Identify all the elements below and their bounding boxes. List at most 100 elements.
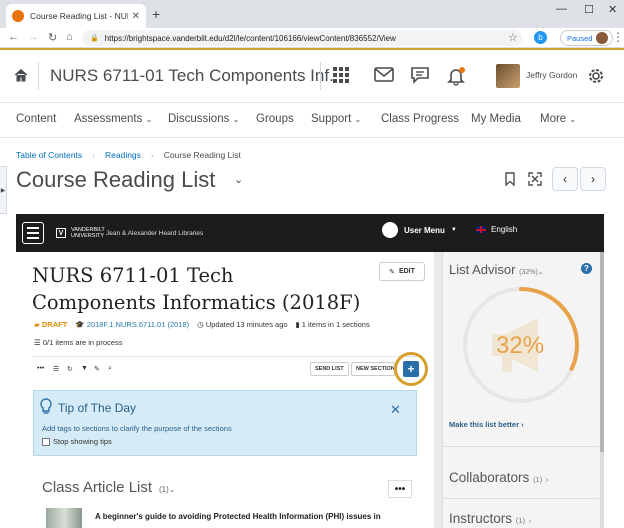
course-title[interactable]: NURS 6711-01 Tech Components Inf... <box>50 66 343 86</box>
chevron-down-icon: ⌄ <box>232 115 240 124</box>
send-list-button[interactable]: SEND LIST <box>310 362 349 376</box>
help-icon[interactable]: ? <box>581 263 592 274</box>
filter-icon[interactable]: ▼ <box>81 365 88 372</box>
previous-topic-button[interactable]: ‹ <box>552 167 578 191</box>
browser-menu-icon[interactable]: ⋮ <box>612 30 624 44</box>
instructors-count: (1) <box>515 516 525 525</box>
pencil-icon: ✎ <box>389 268 395 276</box>
section-title[interactable]: Class Article List <box>42 479 152 496</box>
nav-class-progress[interactable]: Class Progress <box>381 113 459 125</box>
tip-of-the-day-box <box>33 390 417 456</box>
nav-my-media[interactable]: My Media <box>471 113 521 125</box>
nav-more[interactable]: More ⌄ <box>540 113 576 125</box>
hamburger-menu-icon[interactable] <box>22 222 44 244</box>
edit-button[interactable]: ✎ EDIT <box>379 262 425 281</box>
tab-title: Course Reading List - NURS 6711 <box>30 11 128 21</box>
chevron-down-icon: ⌄ <box>145 115 153 124</box>
advisor-title-label: List Advisor <box>449 262 516 277</box>
mail-icon[interactable] <box>374 66 394 84</box>
maximize-icon[interactable]: ☐ <box>584 3 594 16</box>
section-more-button[interactable]: ••• <box>388 480 412 498</box>
more-dots-icon[interactable]: ••• <box>37 365 44 372</box>
nav-discussions[interactable]: Discussions ⌄ <box>168 113 239 125</box>
extension-icon[interactable]: b <box>534 31 547 44</box>
sidebar-expand-handle[interactable]: ▶ <box>0 166 7 214</box>
course-code-link[interactable]: 🎓 2018F.1.NURS.6711.01 (2018) <box>75 320 189 329</box>
make-list-better-link[interactable]: Make this list better › <box>449 420 524 429</box>
user-menu-button[interactable]: User Menu ▼ <box>382 222 457 238</box>
caret-down-icon: ▼ <box>450 227 457 233</box>
add-item-button[interactable]: + <box>403 361 419 377</box>
list-title: NURS 6711-01 Tech Components Informatics… <box>32 264 361 314</box>
title-menu-chevron-icon[interactable]: ⌄ <box>234 173 243 186</box>
tab-favicon-icon <box>12 10 24 22</box>
new-section-button[interactable]: NEW SECTION <box>351 362 395 376</box>
user-name[interactable]: Jeffry Gordon <box>526 70 577 80</box>
nav-support-label: Support <box>311 113 352 125</box>
nav-content[interactable]: Content <box>16 113 56 125</box>
course-selector-icon[interactable] <box>332 66 350 84</box>
in-process-info: ☰ 0/1 items are in process <box>34 338 122 347</box>
caret-right-icon: ▶ <box>0 187 6 194</box>
new-tab-icon[interactable]: + <box>152 6 160 22</box>
bookmark-star-icon[interactable]: ☆ <box>508 31 518 44</box>
header-accent-line <box>0 48 624 51</box>
chevron-right-icon: › <box>528 516 532 525</box>
chevron-down-icon[interactable]: ⌄ <box>169 485 176 494</box>
bookmark-icon[interactable] <box>504 172 516 186</box>
home-icon[interactable] <box>14 68 28 82</box>
profile-paused-button[interactable]: Paused <box>560 30 614 46</box>
fullscreen-icon[interactable] <box>528 172 542 186</box>
nav-assessments[interactable]: Assessments ⌄ <box>74 113 152 125</box>
reload-icon[interactable]: ↻ <box>48 31 57 44</box>
forward-icon[interactable]: → <box>28 31 39 43</box>
home-browser-icon[interactable]: ⌂ <box>66 31 73 43</box>
nav-groups[interactable]: Groups <box>256 113 294 125</box>
nav-support[interactable]: Support ⌄ <box>311 113 361 125</box>
article-title[interactable]: A beginner's guide to avoiding Protected… <box>95 512 413 521</box>
close-tip-icon[interactable]: ✕ <box>390 402 401 418</box>
list-view-icon[interactable]: ☰ <box>53 365 59 373</box>
article-thumbnail[interactable] <box>46 508 82 528</box>
instructors-label: Instructors <box>449 511 513 526</box>
scrollbar-thumb[interactable] <box>600 252 604 452</box>
chevron-down-icon: ⌄ <box>354 115 362 124</box>
in-process-label: 0/1 items are in process <box>42 338 123 347</box>
page-title: Course Reading List <box>16 167 216 192</box>
notifications-bell-icon[interactable] <box>446 66 466 86</box>
url-input[interactable]: 🔒 https://brightspace.vanderbilt.edu/d2l… <box>82 30 522 46</box>
browser-tab[interactable]: Course Reading List - NURS 6711 ✕ <box>6 4 146 28</box>
checkbox-box[interactable] <box>42 437 50 446</box>
close-tab-icon[interactable]: ✕ <box>132 11 140 22</box>
collaborators-count: (1) <box>533 475 543 484</box>
uk-flag-icon <box>476 226 486 233</box>
vanderbilt-v-icon: V <box>56 228 66 238</box>
profile-avatar <box>596 32 609 44</box>
user-avatar[interactable] <box>496 64 520 88</box>
header-divider <box>320 62 321 90</box>
instructors-section[interactable]: Instructors (1) › <box>449 511 531 526</box>
window-close-icon[interactable]: ✕ <box>608 3 617 16</box>
stop-tips-checkbox[interactable]: Stop showing tips <box>42 437 112 446</box>
breadcrumb-readings[interactable]: Readings <box>105 150 141 160</box>
settings-gear-icon[interactable] <box>586 66 606 86</box>
breadcrumb: Table of Contents › Readings › Course Re… <box>16 150 241 160</box>
chat-icon[interactable] <box>410 66 430 84</box>
refresh-icon[interactable]: ↻ <box>67 365 73 373</box>
list-advisor-title[interactable]: List Advisor (32%)⌄ <box>449 262 544 277</box>
header-divider <box>38 62 39 90</box>
search-icon[interactable]: ⌕ <box>108 365 112 373</box>
language-selector[interactable]: English <box>476 225 517 234</box>
back-icon[interactable]: ← <box>8 31 19 43</box>
collaborators-section[interactable]: Collaborators (1) › <box>449 470 549 485</box>
minimize-icon[interactable]: — <box>556 3 567 15</box>
library-logo[interactable]: V VANDERBILT UNIVERSITY Jean & Alexander… <box>56 227 203 239</box>
updated-info: ◷ Updated 13 minutes ago <box>197 320 287 329</box>
breadcrumb-table-of-contents[interactable]: Table of Contents <box>16 150 82 160</box>
advisor-pct-label: (32%) <box>519 269 538 276</box>
pencil-edit-icon[interactable]: ✎ <box>94 365 100 373</box>
next-topic-button[interactable]: › <box>580 167 606 191</box>
clock-icon: ◷ <box>197 320 204 329</box>
items-count-label: 1 items in 1 sections <box>301 320 370 329</box>
sidebar-divider <box>443 498 599 499</box>
